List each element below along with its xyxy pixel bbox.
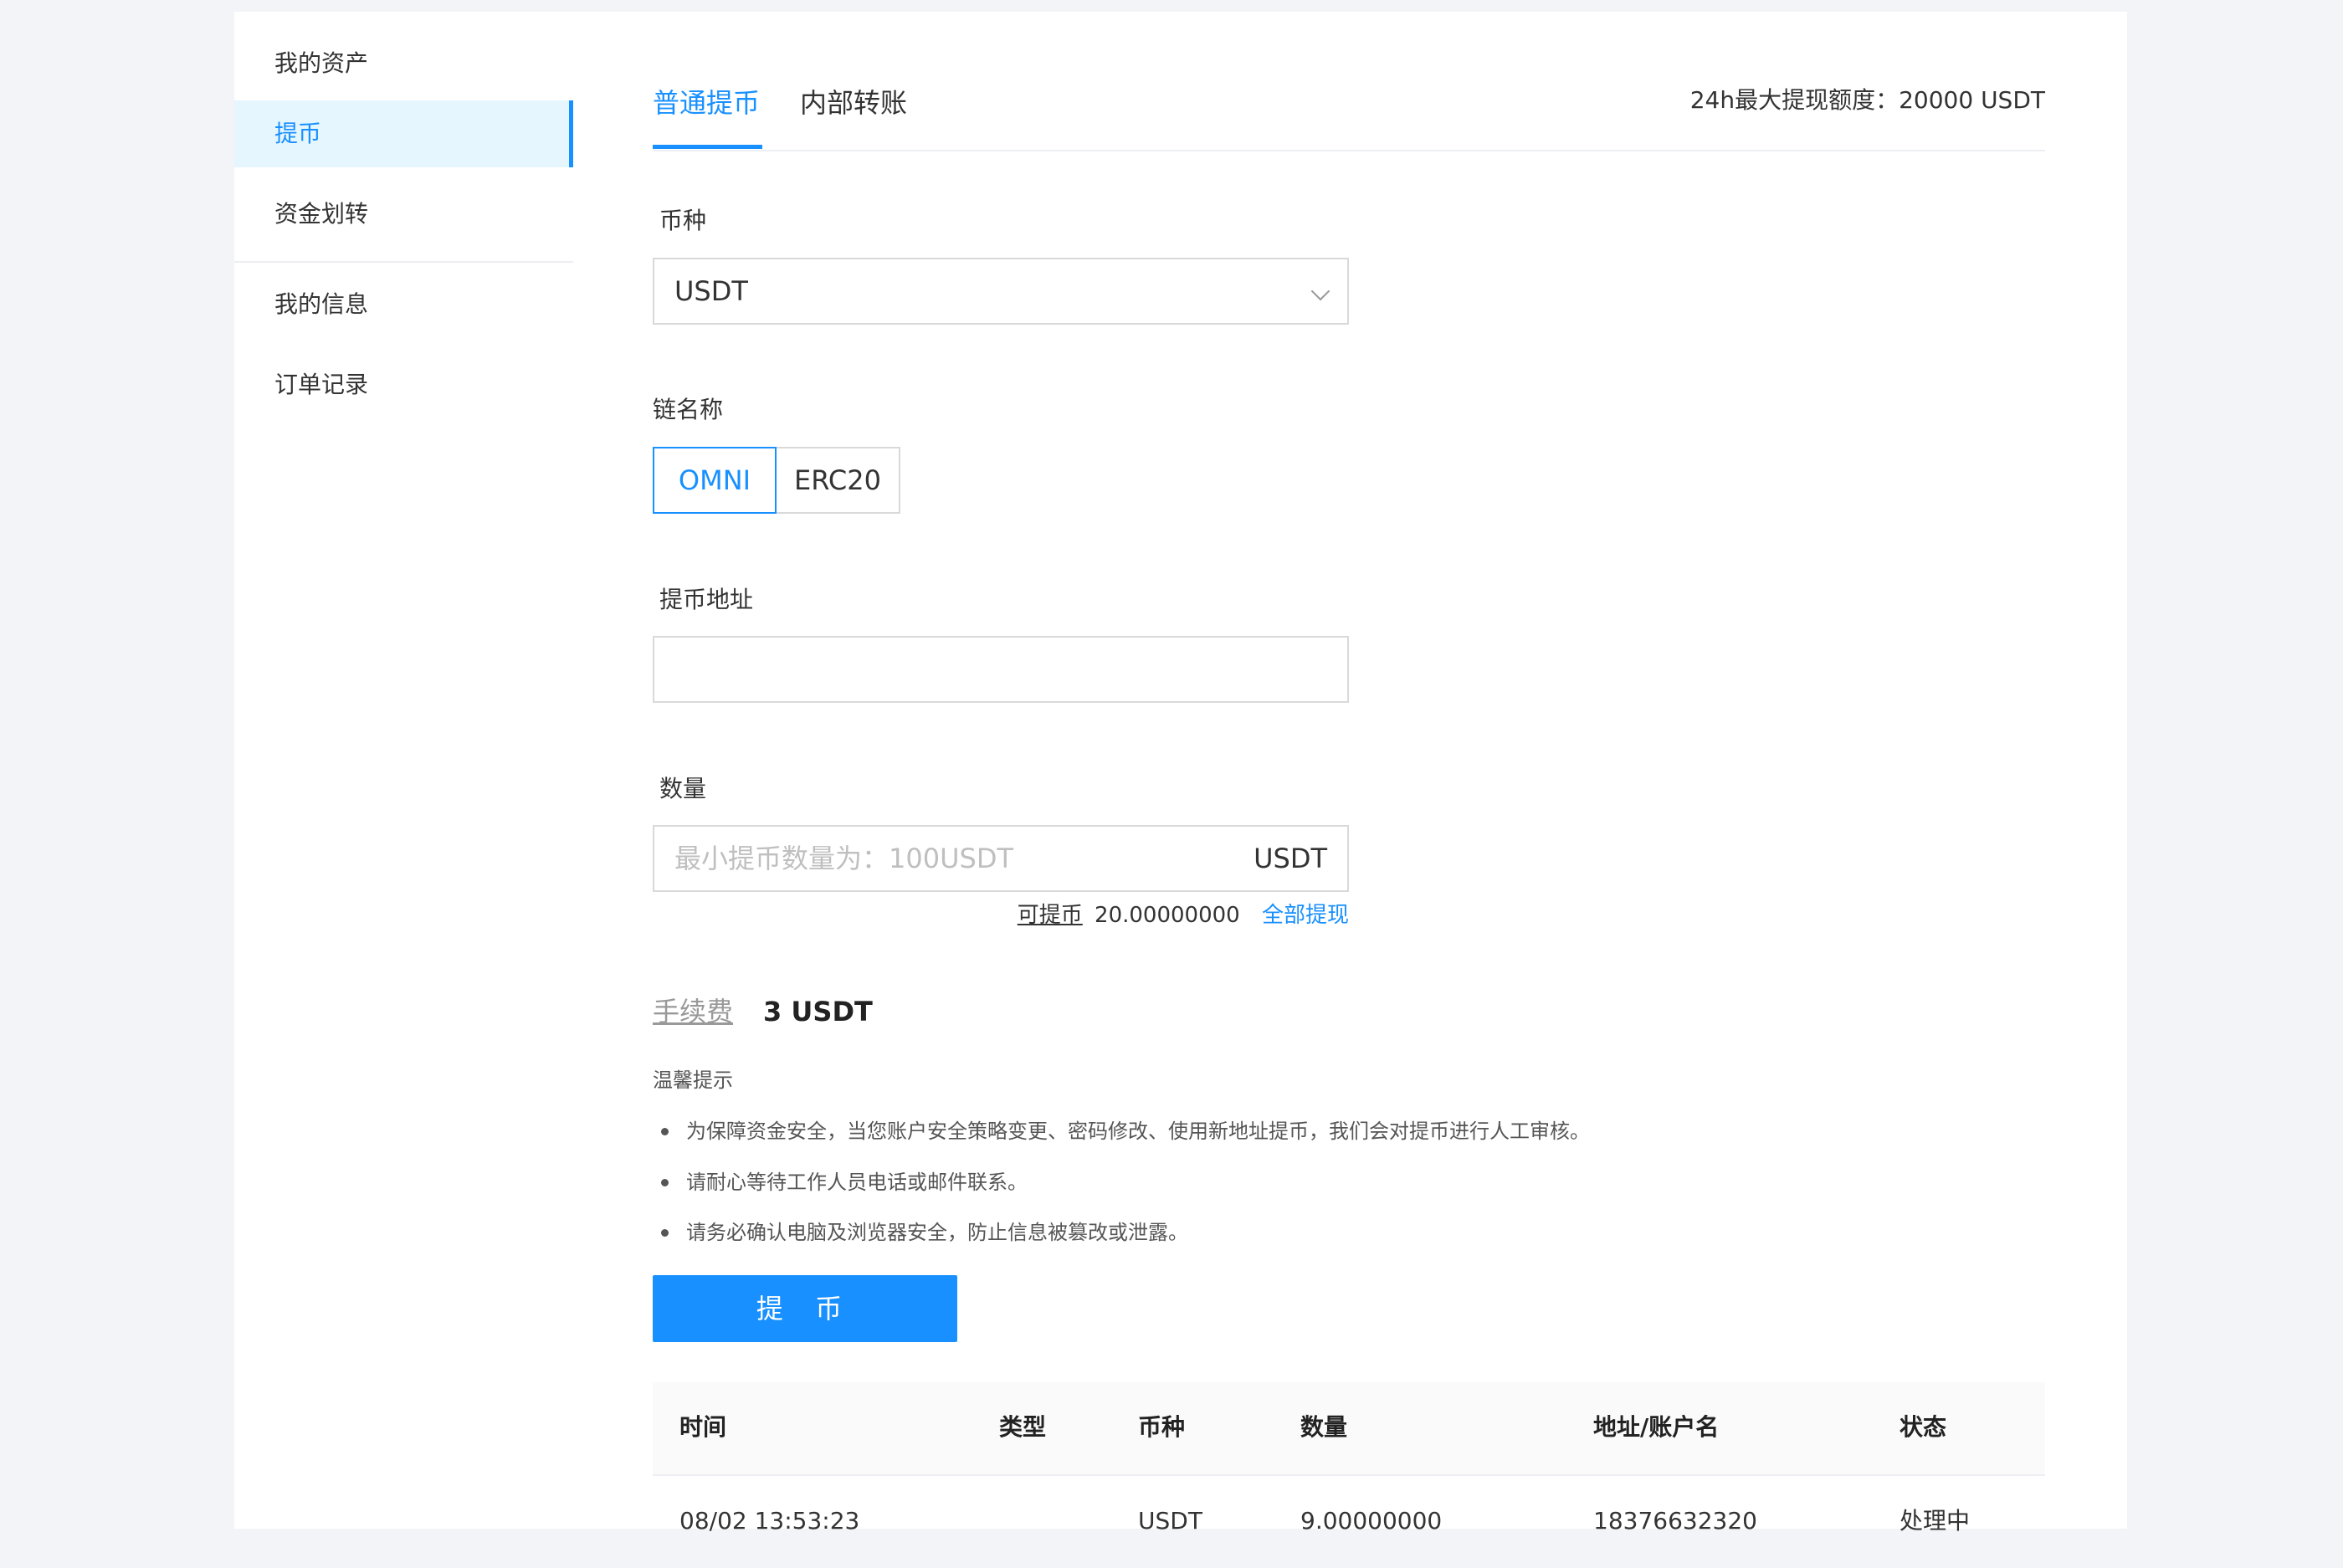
sidebar-item-orders[interactable]: 订单记录 bbox=[234, 351, 573, 418]
chain-option-omni[interactable]: OMNI bbox=[653, 447, 777, 514]
withdraw-all-link[interactable]: 全部提现 bbox=[1262, 903, 1349, 928]
cell-address: 18376632320 bbox=[1593, 1507, 1757, 1535]
tips-title: 温馨提示 bbox=[653, 1068, 733, 1092]
address-input[interactable] bbox=[653, 636, 1349, 703]
column-header-address: 地址/账户名 bbox=[1593, 1413, 1720, 1441]
cell-amount: 9.00000000 bbox=[1300, 1507, 1443, 1535]
cell-time: 08/02 13:53:23 bbox=[679, 1507, 860, 1535]
column-header-status: 状态 bbox=[1900, 1413, 1947, 1441]
cell-coin: USDT bbox=[1138, 1507, 1202, 1535]
tab-bar: 普通提币 内部转账 24h最大提现额度：20000 USDT bbox=[653, 12, 2045, 151]
withdraw-limit-text: 24h最大提现额度：20000 USDT bbox=[1689, 86, 2045, 114]
amount-input[interactable]: 最小提币数量为：100USDT USDT bbox=[653, 825, 1349, 892]
sidebar-item-label: 我的资产 bbox=[274, 49, 369, 77]
amount-unit: USDT bbox=[1254, 843, 1327, 874]
tab-active-indicator bbox=[653, 145, 762, 149]
coin-label: 币种 bbox=[659, 207, 707, 234]
cell-status: 处理中 bbox=[1900, 1507, 1971, 1535]
tip-item: 请务必确认电脑及浏览器安全，防止信息被篡改或泄露。 bbox=[661, 1218, 1188, 1247]
sidebar-item-withdraw[interactable]: 提币 bbox=[234, 100, 573, 167]
sidebar-divider bbox=[234, 261, 573, 263]
table-header: 时间 类型 币种 数量 地址/账户名 状态 bbox=[653, 1382, 2045, 1476]
sidebar-item-assets[interactable]: 我的资产 bbox=[234, 30, 573, 97]
amount-placeholder: 最小提币数量为：100USDT bbox=[674, 843, 1014, 874]
sidebar-item-label: 提币 bbox=[274, 120, 322, 147]
chevron-down-icon bbox=[1310, 281, 1330, 301]
sidebar-item-my-info[interactable]: 我的信息 bbox=[234, 271, 573, 338]
tab-normal-withdraw[interactable]: 普通提币 bbox=[653, 82, 760, 124]
available-value: 20.00000000 bbox=[1095, 903, 1240, 928]
available-label: 可提币 bbox=[1017, 903, 1083, 928]
sidebar-item-label: 订单记录 bbox=[274, 371, 369, 398]
address-label: 提币地址 bbox=[659, 586, 754, 613]
sidebar-item-transfer[interactable]: 资金划转 bbox=[234, 181, 573, 248]
amount-label: 数量 bbox=[659, 775, 707, 802]
chain-label: 链名称 bbox=[653, 396, 724, 423]
coin-select-value: USDT bbox=[674, 275, 748, 307]
page-card: 我的资产 提币 资金划转 我的信息 订单记录 普通提币 内部转账 24h最大提现… bbox=[234, 12, 2127, 1535]
fee-value: 3 USDT bbox=[763, 996, 873, 1027]
sidebar-item-label: 资金划转 bbox=[274, 200, 369, 228]
tip-item: 请耐心等待工作人员电话或邮件联系。 bbox=[661, 1168, 1028, 1196]
column-header-time: 时间 bbox=[679, 1413, 727, 1441]
available-balance-row: 可提币 20.00000000 全部提现 bbox=[653, 899, 1349, 932]
sidebar-item-label: 我的信息 bbox=[274, 290, 369, 318]
fee-label: 手续费 bbox=[653, 996, 734, 1027]
column-header-coin: 币种 bbox=[1138, 1413, 1186, 1441]
tab-internal-transfer[interactable]: 内部转账 bbox=[800, 82, 907, 124]
column-header-type: 类型 bbox=[999, 1413, 1047, 1441]
submit-withdraw-button[interactable]: 提 币 bbox=[653, 1275, 957, 1342]
chain-option-erc20[interactable]: ERC20 bbox=[775, 447, 900, 514]
coin-select[interactable]: USDT bbox=[653, 258, 1349, 325]
column-header-amount: 数量 bbox=[1300, 1413, 1348, 1441]
main-content: 普通提币 内部转账 24h最大提现额度：20000 USDT 币种 USDT 链… bbox=[653, 12, 2045, 1535]
tip-item: 为保障资金安全，当您账户安全策略变更、密码修改、使用新地址提币，我们会对提币进行… bbox=[661, 1117, 1590, 1145]
table-row: 08/02 13:53:23 USDT 9.00000000 183766323… bbox=[653, 1476, 2045, 1568]
